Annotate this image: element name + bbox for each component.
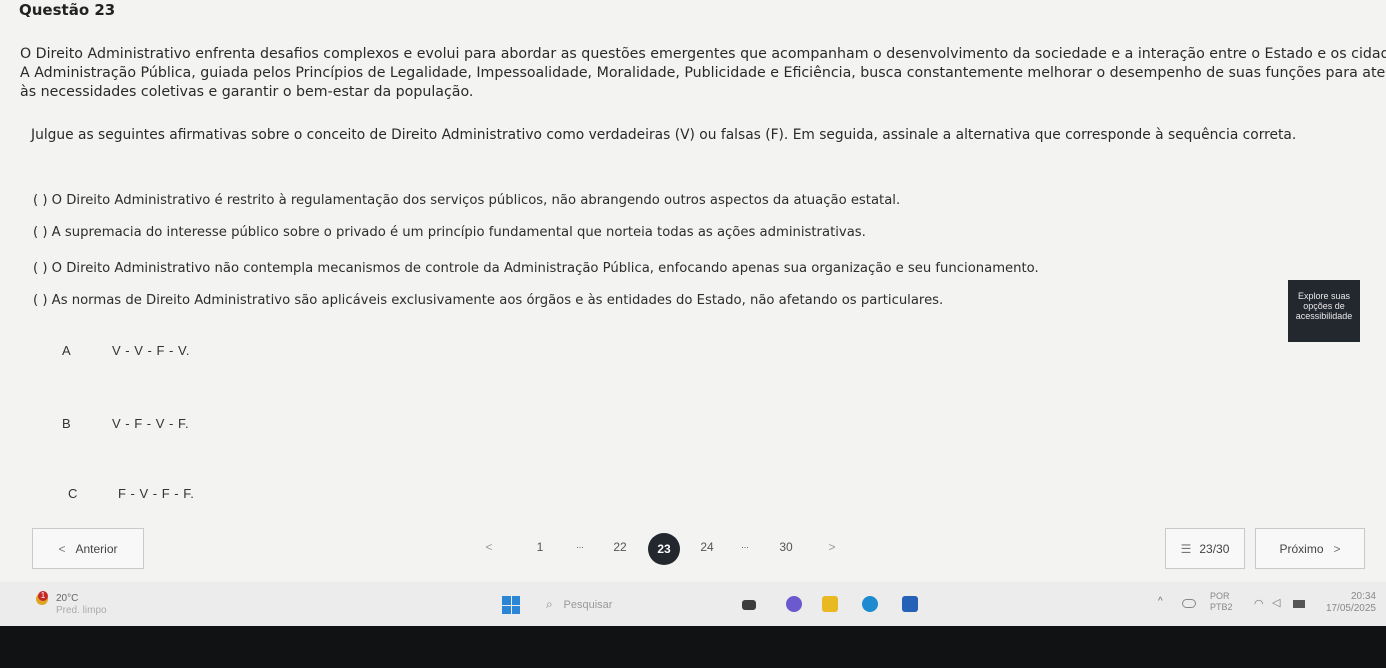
- option-a[interactable]: A V - V - F - V.: [62, 343, 190, 358]
- widgets-icon[interactable]: [786, 596, 802, 612]
- option-text: F - V - F - F.: [118, 486, 195, 501]
- wifi-icon[interactable]: ◠: [1254, 597, 1264, 610]
- question-title: Questão 23: [19, 1, 116, 19]
- notification-badge: 1: [38, 591, 48, 601]
- statement-1: ( ) O Direito Administrativo é restrito …: [33, 193, 901, 208]
- page-link-last[interactable]: 30: [779, 540, 792, 554]
- taskbar: 1 20°C Pred. limpo ⌕ Pesquisar ^ POR PTB…: [0, 582, 1386, 626]
- file-explorer-icon[interactable]: [822, 596, 838, 612]
- search-icon: ⌕: [546, 597, 553, 611]
- pager-prev-icon[interactable]: <: [485, 540, 492, 554]
- page-link-24[interactable]: 24: [700, 540, 713, 554]
- progress-counter: 23/30: [1199, 541, 1230, 556]
- statement-3: ( ) O Direito Administrativo não contemp…: [33, 261, 1039, 276]
- clock-time: 20:34: [1350, 591, 1376, 602]
- pagination: < 1 ... 22 24 ... 30 >: [0, 540, 900, 558]
- language-indicator[interactable]: POR PTB2: [1210, 591, 1233, 613]
- battery-icon[interactable]: [1293, 600, 1305, 608]
- option-text: V - F - V - F.: [112, 416, 190, 431]
- clock-date: 17/05/2025: [1325, 603, 1376, 614]
- chevron-up-icon[interactable]: ^: [1158, 596, 1163, 607]
- question-list-button[interactable]: ☰ 23/30: [1165, 528, 1245, 569]
- browser-icon[interactable]: [862, 596, 878, 612]
- task-view-icon[interactable]: [742, 600, 756, 610]
- page-link-22[interactable]: 22: [613, 540, 626, 554]
- statement-2: ( ) A supremacia do interesse público so…: [33, 225, 866, 240]
- option-b[interactable]: B V - F - V - F.: [62, 416, 189, 431]
- search-placeholder: Pesquisar: [563, 599, 613, 611]
- accessibility-line-3: acessibilidade: [1295, 311, 1353, 321]
- option-letter: A: [62, 343, 71, 358]
- weather-widget[interactable]: 1 20°C Pred. limpo: [36, 591, 146, 619]
- current-page: 23: [648, 533, 680, 565]
- next-button[interactable]: Próximo >: [1255, 528, 1365, 569]
- clock[interactable]: 20:34 17/05/2025: [1312, 591, 1376, 615]
- cloud-icon[interactable]: [1182, 599, 1196, 608]
- option-text: V - V - F - V.: [112, 343, 191, 358]
- weather-desc: Pred. limpo: [56, 605, 107, 616]
- store-icon[interactable]: [902, 596, 918, 612]
- keyboard-layout: PTB2: [1210, 602, 1233, 612]
- option-letter: C: [68, 486, 78, 501]
- pager-ellipsis: ...: [576, 540, 584, 550]
- accessibility-line-1: Explore suas: [1297, 291, 1351, 301]
- option-c[interactable]: C F - V - F - F.: [68, 486, 194, 501]
- intro-line-3: às necessidades coletivas e garantir o b…: [20, 84, 474, 100]
- monitor-bezel: [0, 626, 1386, 668]
- page-link-first[interactable]: 1: [537, 540, 544, 554]
- pager-next-icon[interactable]: >: [828, 540, 835, 554]
- statement-4: ( ) As normas de Direito Administrativo …: [33, 293, 944, 308]
- instruction-text: Julgue as seguintes afirmativas sobre o …: [31, 127, 1297, 143]
- option-letter: B: [62, 416, 71, 431]
- list-icon: ☰: [1180, 541, 1192, 556]
- volume-icon[interactable]: ◁: [1272, 596, 1280, 609]
- accessibility-line-2: opções de: [1303, 301, 1345, 311]
- language-code: POR: [1210, 591, 1230, 601]
- accessibility-widget[interactable]: Explore suas opções de acessibilidade: [1288, 280, 1360, 342]
- weather-temp: 20°C: [56, 593, 79, 604]
- windows-start-icon[interactable]: [502, 596, 520, 614]
- chevron-right-icon: >: [1333, 541, 1341, 556]
- intro-line-2: A Administração Pública, guiada pelos Pr…: [20, 65, 1386, 81]
- next-label: Próximo: [1279, 541, 1324, 556]
- taskbar-search[interactable]: ⌕ Pesquisar: [546, 597, 706, 613]
- intro-line-1: O Direito Administrativo enfrenta desafi…: [20, 46, 1386, 62]
- pager-ellipsis: ...: [741, 540, 749, 550]
